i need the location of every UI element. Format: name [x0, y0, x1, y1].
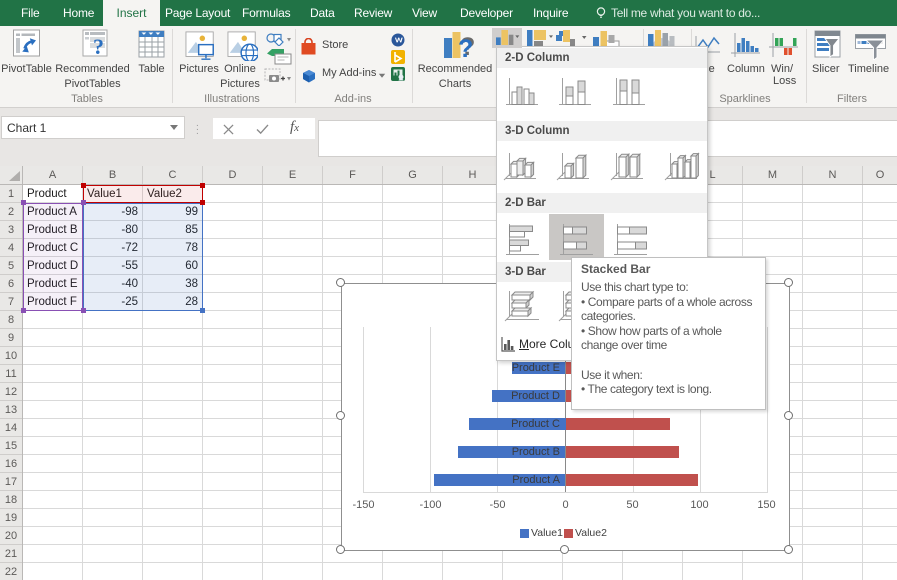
svg-text:?: ?	[458, 35, 473, 63]
svg-text:?: ?	[93, 34, 104, 59]
